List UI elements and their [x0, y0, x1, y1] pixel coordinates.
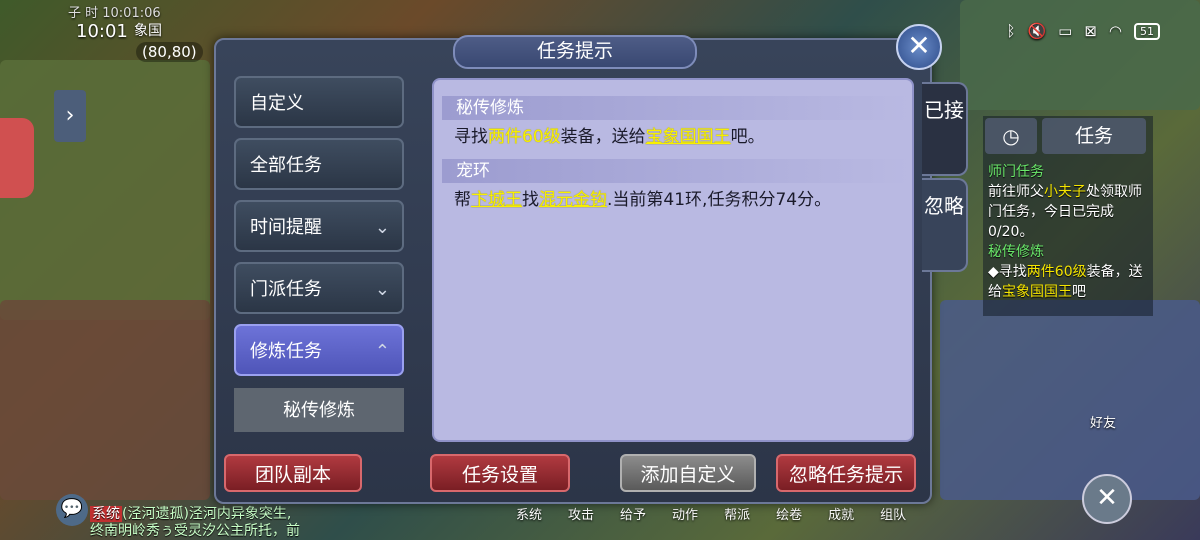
menu-guild[interactable]: 帮派: [724, 504, 750, 523]
bottom-menu: 系统 攻击 给予 动作 帮派 绘卷 成就 组队: [516, 504, 906, 523]
tracker-item-title: 师门任务: [988, 164, 1044, 180]
nav-custom[interactable]: 自定义: [234, 76, 404, 128]
chevron-down-icon: ⌄: [374, 279, 390, 300]
game-time-label: 子 时 10:01:06: [68, 6, 161, 21]
quest-category-list: 自定义 全部任务 时间提醒 ⌄ 门派任务 ⌄ 修炼任务 ⌃ 秘传修炼: [234, 76, 412, 432]
nav-sect-tasks[interactable]: 门派任务 ⌄: [234, 262, 404, 314]
chevron-up-icon: ⌃: [374, 341, 390, 362]
close-icon[interactable]: ✕: [896, 24, 942, 70]
chat-icon[interactable]: 💬: [56, 494, 88, 526]
nav-all-tasks[interactable]: 全部任务: [234, 138, 404, 190]
quest-title: 秘传修炼: [442, 96, 910, 120]
menu-system[interactable]: 系统: [516, 504, 542, 523]
chat-log: 系统 (泾河遗孤)泾河内异象突生, 终南明岭秀ぅ受灵汐公主所托，前: [90, 506, 300, 539]
laptop-icon: ▭: [1058, 22, 1073, 40]
npc-link[interactable]: 卞城王: [471, 190, 522, 210]
nav-sub-secret-cultivation[interactable]: 秘传修炼: [234, 388, 404, 432]
npc-link[interactable]: 宝象国国王: [646, 127, 731, 147]
sim-icon: ⊠: [1084, 22, 1097, 40]
item-link[interactable]: 混元金钩: [539, 190, 607, 210]
quest-content: 秘传修炼 寻找两件60级装备，送给宝象国国王吧。 宠环 帮卞城王找混元金钩.当前…: [432, 78, 914, 442]
clock: 10:01: [76, 21, 128, 42]
wifi-icon: ◠: [1108, 22, 1122, 40]
mute-icon: 🔇: [1027, 22, 1047, 40]
clock-icon[interactable]: ◷: [985, 118, 1037, 154]
menu-give[interactable]: 给予: [620, 504, 646, 523]
bluetooth-icon: ᛒ: [1006, 22, 1016, 40]
tracker-item-desc: ◆寻找两件60级装备，送给宝象国国王吧: [988, 264, 1143, 300]
team-dungeon-button[interactable]: 团队副本: [224, 454, 362, 492]
quest-highlight: 两件60级: [488, 127, 561, 147]
tracker-item-desc: 前往师父小夫子处领取师门任务，今日已完成0/20。: [988, 184, 1142, 240]
side-notification[interactable]: [0, 118, 34, 198]
close-icon[interactable]: ✕: [1082, 474, 1132, 524]
quest-dialog: 任务提示 ✕ 自定义 全部任务 时间提醒 ⌄ 门派任务 ⌄ 修炼任务 ⌃ 秘传修炼 秘…: [214, 24, 968, 504]
quest-title: 宠环: [442, 159, 910, 183]
quest-desc: 寻找两件60级装备，送给宝象国国王吧。: [454, 127, 765, 147]
scene-characters: [940, 300, 1200, 500]
quest-desc: 帮卞城王找混元金钩.当前第41环,任务积分74分。: [454, 190, 832, 210]
nav-cultivation-tasks[interactable]: 修炼任务 ⌃: [234, 324, 404, 376]
add-custom-button[interactable]: 添加自定义: [620, 454, 756, 492]
chevron-down-icon: ⌄: [374, 217, 390, 238]
system-icons: ᛒ 🔇 ▭ ⊠ ◠ 51: [1006, 22, 1160, 40]
menu-action[interactable]: 动作: [672, 504, 698, 523]
expand-arrow-icon[interactable]: ›: [54, 90, 86, 142]
battery-icon: 51: [1134, 22, 1160, 40]
nav-time-reminder[interactable]: 时间提醒 ⌄: [234, 200, 404, 252]
tab-ignore[interactable]: 忽略: [922, 178, 968, 272]
friend-button[interactable]: 好友: [1090, 412, 1116, 431]
tracker-list[interactable]: 师门任务 前往师父小夫子处领取师门任务，今日已完成0/20。 秘传修炼 ◆寻找两…: [988, 162, 1148, 302]
menu-attack[interactable]: 攻击: [568, 504, 594, 523]
coordinates: (80,80): [136, 42, 203, 62]
tab-accepted[interactable]: 已接: [922, 82, 968, 176]
scene-roof: [0, 300, 210, 500]
menu-team[interactable]: 组队: [880, 504, 906, 523]
dialog-title: 任务提示: [453, 35, 697, 69]
ignore-tip-button[interactable]: 忽略任务提示: [776, 454, 916, 492]
menu-scroll[interactable]: 绘卷: [776, 504, 802, 523]
tracker-item-title: 秘传修炼: [988, 244, 1044, 260]
menu-achievement[interactable]: 成就: [828, 504, 854, 523]
tracker-task-tab[interactable]: 任务: [1042, 118, 1146, 154]
task-settings-button[interactable]: 任务设置: [430, 454, 570, 492]
map-name: 象国: [134, 23, 162, 39]
